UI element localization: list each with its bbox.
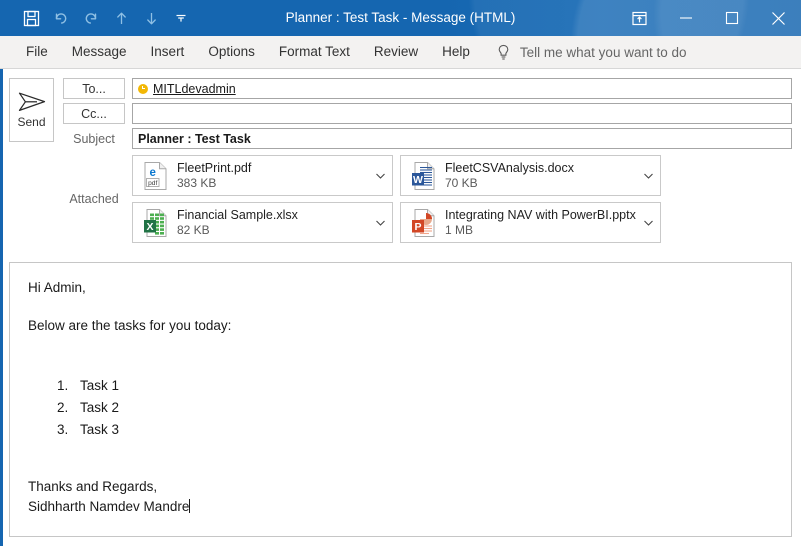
svg-text:W: W	[413, 173, 423, 185]
attachment-item[interactable]: e pdf FleetPrint.pdf 383 KB	[132, 155, 393, 196]
attachments-list: e pdf FleetPrint.pdf 383 KB W FleetCSVAn…	[132, 155, 792, 243]
close-icon[interactable]	[755, 0, 801, 36]
excel-file-icon: X	[141, 208, 169, 238]
subject-label: Subject	[73, 131, 115, 146]
svg-text:e: e	[149, 167, 155, 179]
previous-item-icon[interactable]	[106, 3, 136, 33]
send-button-label: Send	[17, 115, 46, 129]
maximize-icon[interactable]	[709, 0, 755, 36]
outlook-compose-window: Planner : Test Task - Message (HTML) Fil…	[0, 0, 801, 546]
ribbon-tab-bar: File Message Insert Options Format Text …	[0, 36, 801, 69]
attachment-size: 70 KB	[445, 176, 478, 190]
list-item: Task 2	[72, 397, 773, 419]
lightbulb-icon	[496, 44, 511, 61]
cc-row: Cc...	[63, 103, 792, 124]
signature-block: Thanks and Regards, Sidhharth Namdev Man…	[28, 477, 773, 516]
to-row: To... MITLdevadmin	[63, 78, 792, 99]
to-button[interactable]: To...	[63, 78, 125, 99]
svg-text:pdf: pdf	[148, 180, 157, 187]
ribbon-display-options-icon[interactable]	[615, 0, 663, 36]
body-intro: Below are the tasks for you today:	[28, 318, 232, 334]
signature-line: Sidhharth Namdev Mandre	[28, 497, 773, 517]
cc-input[interactable]	[132, 103, 792, 124]
attached-label: Attached	[69, 192, 119, 206]
tab-review[interactable]: Review	[362, 36, 430, 68]
attachments-row: Attached e pdf FleetPrint.pdf 383 KB W F…	[63, 155, 792, 243]
redo-icon[interactable]	[76, 3, 106, 33]
attachment-size: 1 MB	[445, 223, 474, 237]
signature-name: Sidhharth Namdev Mandre	[28, 498, 190, 514]
svg-text:X: X	[146, 220, 153, 232]
title-bar[interactable]: Planner : Test Task - Message (HTML)	[0, 0, 801, 36]
window-controls	[615, 0, 801, 36]
tab-format-text[interactable]: Format Text	[267, 36, 362, 68]
tell-me-search[interactable]: Tell me what you want to do	[496, 44, 687, 61]
save-icon[interactable]	[16, 3, 46, 33]
quick-access-toolbar	[0, 0, 196, 36]
minimize-icon[interactable]	[663, 0, 709, 36]
signature-signoff: Thanks and Regards,	[28, 479, 158, 495]
tab-insert[interactable]: Insert	[139, 36, 197, 68]
tell-me-label: Tell me what you want to do	[519, 44, 687, 60]
compose-header: Send To... MITLdevadmin Cc... Subject Pl…	[0, 69, 801, 243]
subject-row: Subject Planner : Test Task	[63, 128, 792, 149]
chevron-down-icon[interactable]	[640, 173, 656, 179]
chevron-down-icon[interactable]	[640, 220, 656, 226]
message-body-editor[interactable]: Hi Admin, Below are the tasks for you to…	[9, 262, 792, 537]
send-button[interactable]: Send	[9, 78, 54, 142]
attachment-size: 82 KB	[177, 223, 210, 237]
send-column: Send	[9, 78, 54, 142]
cc-button[interactable]: Cc...	[63, 103, 125, 124]
tab-message[interactable]: Message	[60, 36, 139, 68]
tab-file[interactable]: File	[14, 36, 60, 68]
to-input[interactable]: MITLdevadmin	[132, 78, 792, 99]
list-item: Task 3	[72, 419, 773, 441]
attachment-size: 383 KB	[177, 176, 217, 190]
powerpoint-file-icon: P	[409, 208, 437, 238]
attachment-item[interactable]: W FleetCSVAnalysis.docx 70 KB	[400, 155, 661, 196]
attachment-name: Financial Sample.xlsx	[177, 208, 298, 222]
tab-help[interactable]: Help	[430, 36, 482, 68]
attachment-name: Integrating NAV with PowerBI.pptx	[445, 208, 636, 222]
body-greeting: Hi Admin,	[28, 280, 86, 295]
chevron-down-icon[interactable]	[372, 173, 388, 179]
presence-away-icon	[138, 83, 148, 94]
subject-input[interactable]: Planner : Test Task	[132, 128, 792, 149]
customize-quick-access-toolbar-icon[interactable]	[166, 3, 196, 33]
text-cursor	[189, 498, 191, 513]
chevron-down-icon[interactable]	[372, 220, 388, 226]
recipient-name: MITLdevadmin	[153, 81, 236, 96]
attachment-item[interactable]: P Integrating NAV with PowerBI.pptx 1 MB	[400, 202, 661, 243]
pdf-file-icon: e pdf	[141, 161, 169, 191]
recipient-chip[interactable]: MITLdevadmin	[138, 82, 236, 96]
next-item-icon[interactable]	[136, 3, 166, 33]
task-list: Task 1 Task 2 Task 3	[28, 375, 773, 441]
undo-icon[interactable]	[46, 3, 76, 33]
svg-text:P: P	[414, 220, 421, 232]
attachment-name: FleetCSVAnalysis.docx	[445, 161, 574, 175]
send-arrow-icon	[18, 92, 45, 112]
tab-options[interactable]: Options	[196, 36, 267, 68]
attachment-item[interactable]: X Financial Sample.xlsx 82 KB	[132, 202, 393, 243]
attachment-name: FleetPrint.pdf	[177, 161, 252, 175]
compose-fields: To... MITLdevadmin Cc... Subject Planner…	[54, 78, 792, 243]
list-item: Task 1	[72, 375, 773, 397]
word-file-icon: W	[409, 161, 437, 191]
